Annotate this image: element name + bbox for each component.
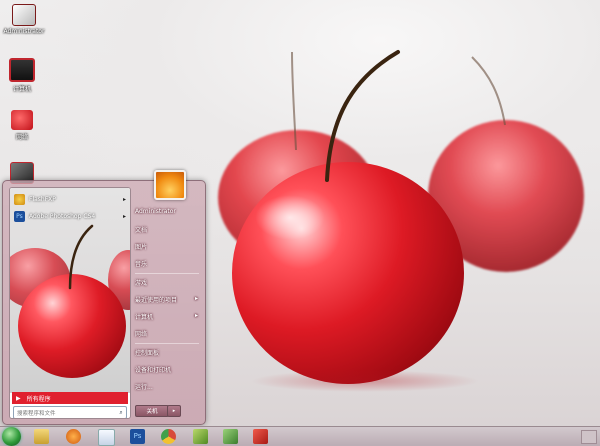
chevron-right-icon: ▸ — [172, 408, 176, 414]
computer-icon — [9, 58, 35, 82]
pinned-item-flashfxp[interactable]: FlashFXP ▸ — [12, 192, 128, 206]
right-item-documents[interactable]: 文档 — [135, 225, 147, 234]
desktop-icon-network[interactable]: 网络 — [0, 110, 44, 141]
taskbar-flashfxp-icon[interactable] — [193, 429, 208, 444]
right-item-control-panel[interactable]: 控制面板 — [135, 348, 159, 357]
taskbar-media-player-icon[interactable] — [66, 429, 81, 444]
admin-folder-icon — [12, 4, 36, 26]
shutdown-options-button[interactable]: ▸ — [167, 405, 181, 417]
right-item-user[interactable]: Administrator — [135, 208, 176, 215]
desktop-icon-computer[interactable]: 计算机 — [0, 58, 44, 93]
right-item-network[interactable]: 网络 — [135, 329, 147, 338]
desktop-icon-administrator[interactable]: Administrator — [2, 4, 46, 35]
right-separator — [135, 273, 199, 274]
user-avatar[interactable] — [154, 170, 186, 200]
submenu-arrow-icon: ▸ — [122, 195, 126, 203]
pinned-item-photoshop[interactable]: Ps Adobe Photoshop CS4 ▸ — [12, 209, 128, 223]
taskbar: Ps — [0, 426, 600, 446]
taskbar-flash-icon[interactable] — [253, 429, 268, 444]
taskbar-explorer-icon[interactable] — [34, 429, 49, 444]
taskbar-chrome-icon[interactable] — [161, 429, 176, 444]
right-item-computer[interactable]: 计算机 ▸ — [135, 312, 198, 321]
photoshop-icon: Ps — [14, 210, 25, 222]
taskbar-network-icon[interactable] — [223, 429, 238, 444]
right-item-devices[interactable]: 设备和打印机 — [135, 365, 171, 374]
start-menu: FlashFXP ▸ Ps Adobe Photoshop CS4 ▸ ▶ 所有… — [2, 170, 206, 425]
all-programs-button[interactable]: ▶ 所有程序 — [12, 392, 128, 404]
taskbar-photoshop-icon[interactable]: Ps — [130, 429, 145, 444]
wallpaper-shadow — [250, 370, 480, 392]
all-programs-arrow-icon: ▶ — [16, 394, 21, 402]
network-icon — [11, 110, 33, 130]
taskbar-notepad-icon[interactable] — [98, 429, 115, 446]
right-item-recent[interactable]: 最近使用的项目 ▸ — [135, 295, 198, 304]
submenu-arrow-icon: ▸ — [195, 312, 199, 319]
submenu-arrow-icon: ▸ — [122, 212, 126, 220]
search-icon: ⌕ — [119, 408, 123, 416]
right-item-run[interactable]: 运行... — [135, 382, 153, 391]
submenu-arrow-icon: ▸ — [195, 295, 199, 302]
flashfxp-icon — [14, 193, 25, 205]
right-item-games[interactable]: 游戏 — [135, 278, 147, 287]
shutdown-button[interactable]: 关机 — [135, 405, 169, 417]
show-desktop-button[interactable] — [581, 430, 597, 444]
right-item-music[interactable]: 音乐 — [135, 259, 147, 268]
right-item-pictures[interactable]: 图片 — [135, 242, 147, 251]
right-separator — [135, 343, 199, 344]
start-button[interactable] — [2, 427, 21, 446]
start-menu-left-pane: FlashFXP ▸ Ps Adobe Photoshop CS4 ▸ ▶ 所有… — [9, 187, 131, 419]
search-input[interactable]: 搜索程序和文件 ⌕ — [13, 406, 127, 418]
